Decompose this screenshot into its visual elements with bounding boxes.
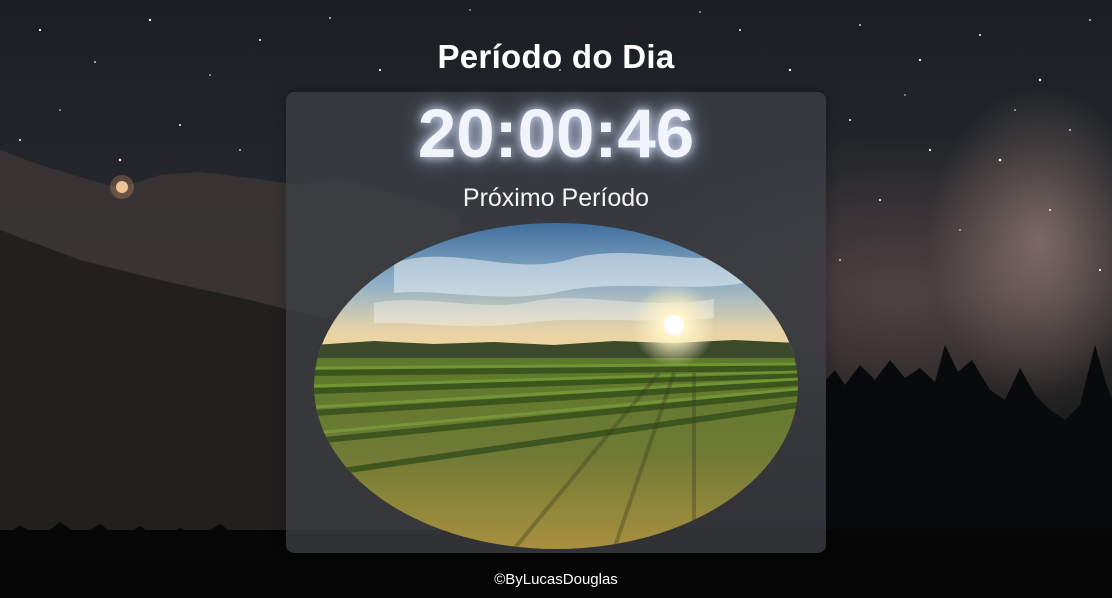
digital-clock: 20:00:46 (417, 95, 695, 172)
next-period-label: Próximo Período (462, 184, 650, 212)
page-title: Período do Dia (437, 38, 675, 76)
clock-panel: 20:00:46 Próximo Período (286, 92, 826, 553)
sunset-vineyard-image (314, 223, 798, 549)
footer-credit: ©ByLucasDouglas (494, 571, 618, 588)
